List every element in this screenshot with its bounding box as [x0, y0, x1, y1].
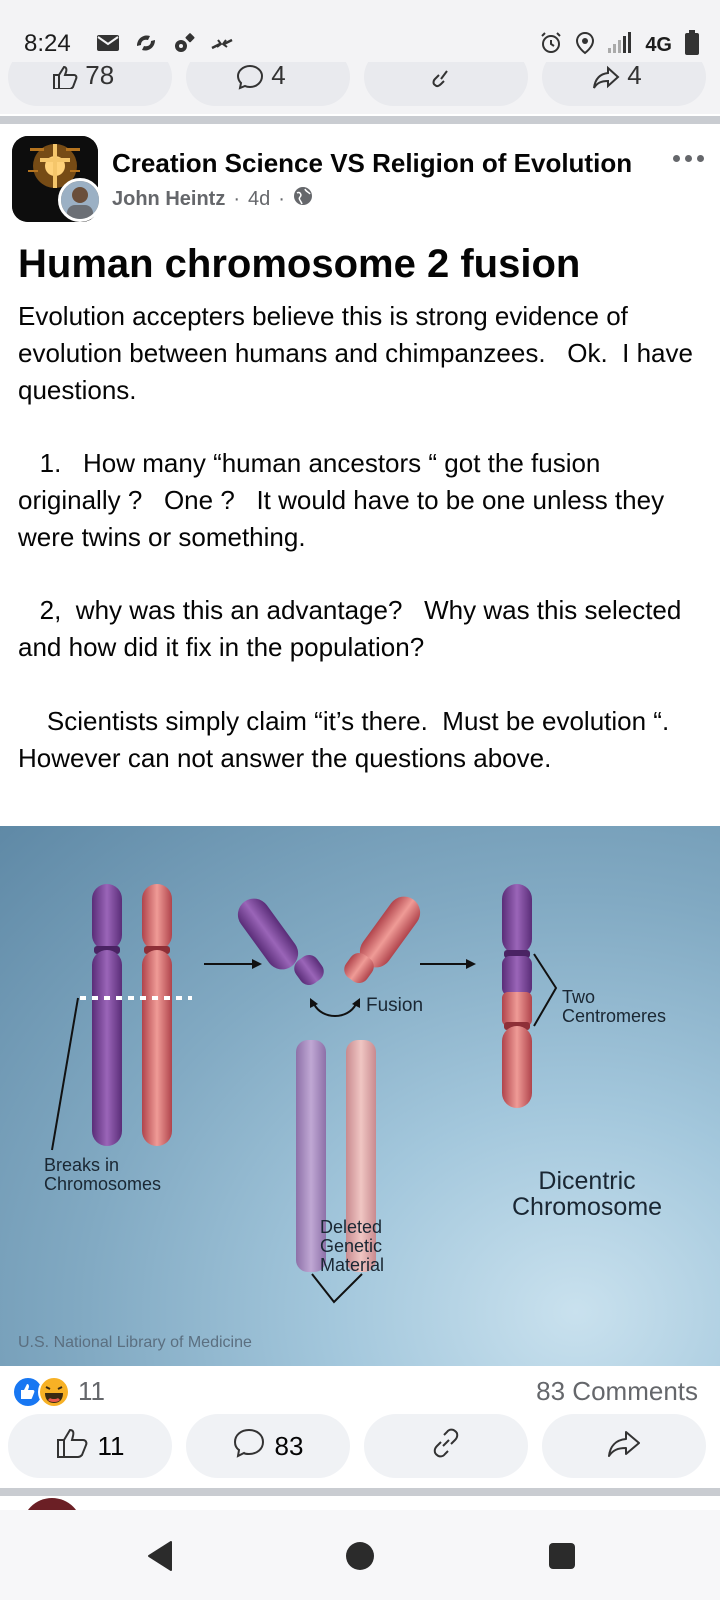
reaction-count: 11	[78, 1376, 105, 1406]
recents-square-icon	[549, 1543, 575, 1569]
post-actions: 11 83	[0, 1414, 720, 1480]
signal-icon	[607, 32, 633, 59]
label-deleted: Deleted Genetic Material	[320, 1217, 385, 1275]
more-dot-icon	[672, 154, 680, 162]
post-body: Evolution accepters believe this is stro…	[18, 301, 693, 773]
mail-icon	[96, 34, 120, 57]
home-circle-icon	[346, 1542, 374, 1570]
comment-count: 83	[274, 1430, 304, 1461]
previous-copy-link-button[interactable]	[364, 62, 528, 106]
collapse-icon	[210, 32, 234, 59]
previous-post-actions: 78 4 4	[0, 62, 720, 114]
like-button[interactable]: 11	[8, 1414, 172, 1478]
link-icon	[430, 62, 458, 93]
back-triangle-icon	[148, 1541, 172, 1571]
comment-button[interactable]: 83	[186, 1414, 350, 1478]
meta-separator: ·	[278, 187, 285, 210]
post-title: Human chromosome 2 fusion	[18, 242, 581, 286]
status-time: 8:24	[24, 30, 71, 57]
back-button[interactable]	[138, 1534, 182, 1578]
post-separator	[0, 1488, 720, 1496]
location-icon	[575, 31, 595, 60]
globe-icon	[293, 186, 313, 212]
more-dot-icon	[696, 154, 704, 162]
home-button[interactable]	[338, 1534, 382, 1578]
previous-comment-button[interactable]: 4	[186, 62, 350, 106]
link-icon	[430, 1427, 462, 1466]
image-credit: U.S. National Library of Medicine	[18, 1334, 252, 1351]
like-count: 11	[97, 1430, 125, 1461]
post-image[interactable]: Fusion Two Centromeres Breaks in Chromos…	[0, 826, 720, 1366]
previous-like-count: 78	[85, 62, 115, 90]
label-dicentric: Dicentric Chromosome	[512, 1167, 663, 1222]
group-name[interactable]: Creation Science VS Religion of Evolutio…	[112, 148, 632, 179]
process-arrows	[204, 959, 476, 969]
post-separator	[0, 116, 720, 124]
share-icon	[607, 1428, 641, 1465]
meta-separator: ·	[233, 187, 241, 210]
author-name[interactable]: John Heintz	[112, 188, 225, 211]
dicentric-chromosome	[502, 884, 558, 1108]
breaks-pointer-line	[51, 997, 79, 1151]
share-button[interactable]	[542, 1414, 706, 1478]
settings-icon	[172, 32, 196, 59]
previous-comment-count: 4	[271, 62, 286, 90]
next-post-peek	[0, 1496, 720, 1510]
notification-icons	[96, 32, 234, 59]
battery-icon	[684, 30, 700, 61]
reactions-summary[interactable]: 11 83 Comments	[0, 1372, 720, 1412]
reaction-icons	[12, 1376, 74, 1408]
system-navigation-bar	[0, 1510, 720, 1600]
label-two-centromeres: Two Centromeres	[562, 987, 667, 1026]
more-dot-icon	[684, 154, 692, 162]
network-label: 4G	[645, 34, 672, 56]
label-breaks: Breaks in Chromosomes	[44, 1155, 162, 1194]
previous-like-button[interactable]: 78	[8, 62, 172, 106]
post-meta: John Heintz · 4d ·	[112, 186, 313, 212]
post-time[interactable]: 4d	[248, 188, 270, 211]
thumbs-up-icon	[56, 1428, 88, 1465]
previous-share-count: 4	[627, 62, 642, 90]
post-header: Creation Science VS Religion of Evolutio…	[0, 136, 720, 226]
system-icons: 4G	[539, 30, 700, 61]
left-chromosome-pair	[80, 884, 192, 1146]
previous-share-button[interactable]: 4	[542, 62, 706, 106]
author-avatar[interactable]	[58, 178, 102, 222]
more-options-button[interactable]	[670, 148, 706, 168]
comments-summary-link[interactable]: 83 Comments	[536, 1376, 698, 1407]
recents-button[interactable]	[540, 1534, 584, 1578]
next-post-avatar[interactable]	[22, 1498, 82, 1510]
messenger-icon	[134, 32, 158, 59]
label-fusion: Fusion	[366, 995, 424, 1016]
copy-link-button[interactable]	[364, 1414, 528, 1478]
comment-icon	[233, 1428, 265, 1465]
alarm-icon	[539, 31, 563, 60]
